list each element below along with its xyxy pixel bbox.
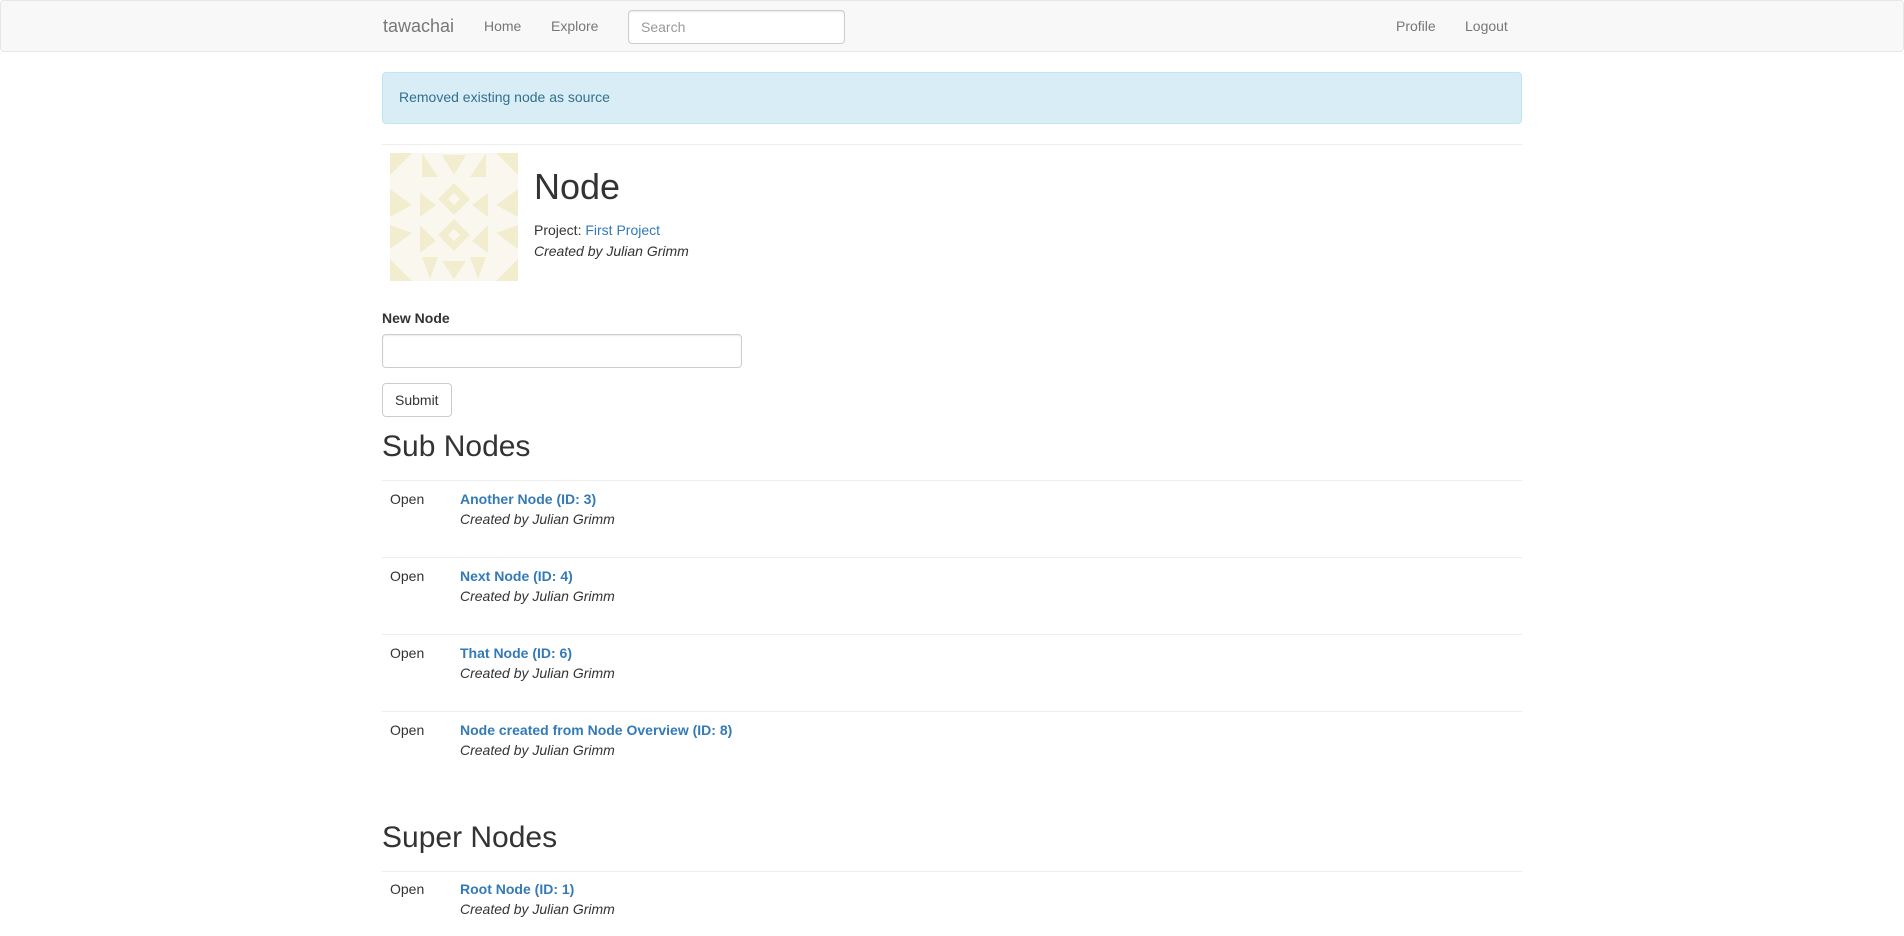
search-input[interactable] — [628, 10, 845, 44]
node-author: Created by Julian Grimm — [460, 742, 615, 758]
sub-nodes-heading: Sub Nodes — [382, 430, 531, 463]
open-button[interactable]: Open — [390, 568, 424, 584]
node-author: Created by Julian Grimm — [460, 588, 615, 604]
project-line: Project: First Project — [534, 222, 660, 238]
list-item: Open Node created from Node Overview (ID… — [382, 712, 1522, 789]
project-label: Project: — [534, 222, 582, 238]
alert-text: Removed existing node as source — [399, 89, 610, 105]
brand-link[interactable]: tawachai — [383, 16, 454, 37]
open-button[interactable]: Open — [390, 645, 424, 661]
node-link[interactable]: Node created from Node Overview (ID: 8) — [460, 722, 732, 738]
node-link[interactable]: Another Node (ID: 3) — [460, 491, 596, 507]
navbar-inner: tawachai Home Explore Profile Logout — [383, 1, 1523, 51]
open-button[interactable]: Open — [390, 491, 424, 507]
nav-link-home[interactable]: Home — [484, 18, 521, 34]
open-button[interactable]: Open — [390, 881, 424, 897]
list-item: Open Another Node (ID: 3) Created by Jul… — [382, 481, 1522, 558]
node-author: Created by Julian Grimm — [460, 665, 615, 681]
node-title: Node — [534, 166, 621, 207]
submit-button[interactable]: Submit — [382, 383, 452, 417]
node-author: Created by Julian Grimm — [460, 901, 615, 917]
list-item: Open Next Node (ID: 4) Created by Julian… — [382, 558, 1522, 635]
list-item: Open That Node (ID: 6) Created by Julian… — [382, 635, 1522, 712]
node-link[interactable]: That Node (ID: 6) — [460, 645, 572, 661]
identicon-image — [390, 153, 518, 281]
new-node-input[interactable] — [382, 334, 742, 368]
nav-link-profile[interactable]: Profile — [1396, 18, 1436, 34]
nav-link-explore[interactable]: Explore — [551, 18, 598, 34]
open-button[interactable]: Open — [390, 722, 424, 738]
node-link[interactable]: Root Node (ID: 1) — [460, 881, 574, 897]
node-author: Created by Julian Grimm — [460, 511, 615, 527]
node-created-by: Created by Julian Grimm — [534, 243, 689, 259]
new-node-label: New Node — [382, 310, 450, 326]
list-item: Open Root Node (ID: 1) Created by Julian… — [382, 871, 1522, 935]
nav-link-logout[interactable]: Logout — [1465, 18, 1508, 34]
top-navbar: tawachai Home Explore Profile Logout — [0, 0, 1904, 52]
node-link[interactable]: Next Node (ID: 4) — [460, 568, 573, 584]
project-link[interactable]: First Project — [585, 222, 660, 238]
super-nodes-heading: Super Nodes — [382, 821, 558, 854]
divider — [382, 144, 1522, 145]
info-alert: Removed existing node as source — [382, 72, 1522, 124]
